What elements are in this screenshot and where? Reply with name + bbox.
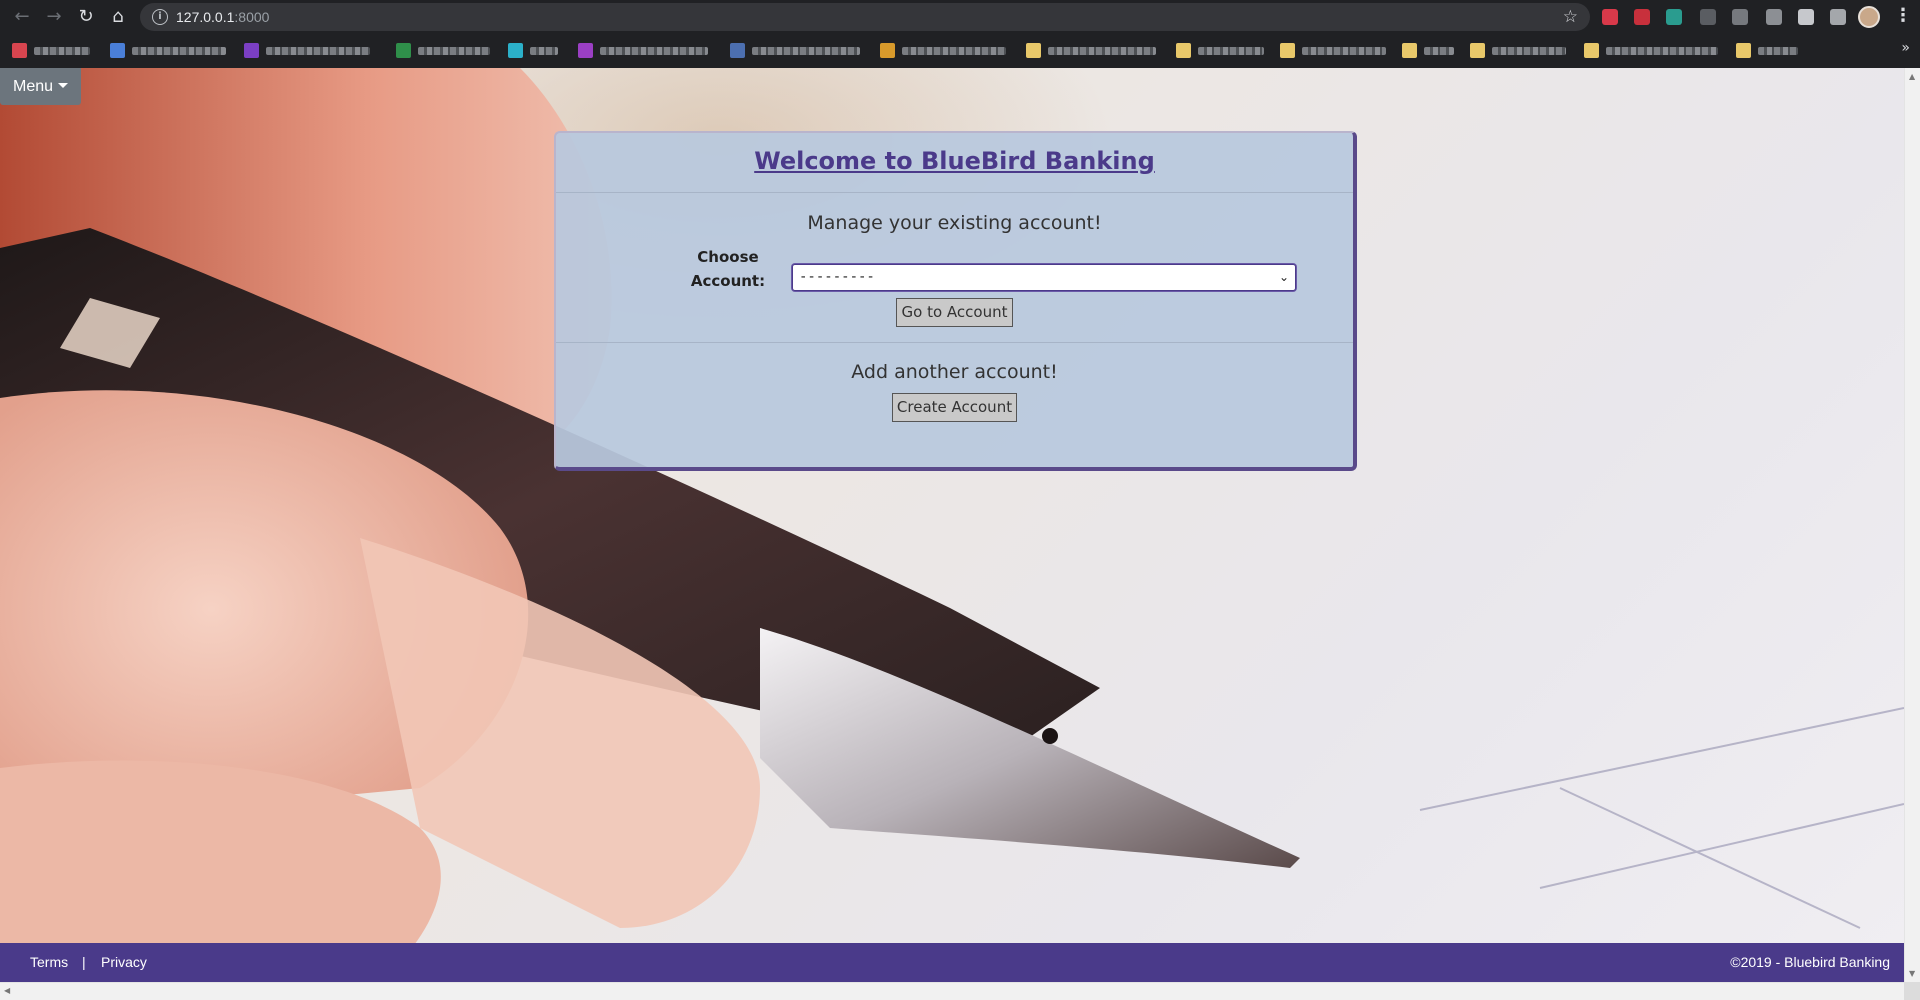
bookmark-item[interactable]: [880, 42, 1010, 60]
extension-icon[interactable]: [1766, 9, 1782, 25]
add-account-heading: Add another account!: [851, 361, 1058, 383]
card-header: Welcome to BlueBird Banking: [556, 133, 1353, 192]
site-info-icon[interactable]: i: [152, 9, 168, 25]
url-text: 127.0.0.1:8000: [176, 3, 269, 31]
browser-chrome: ← → ↻ ⌂ i 127.0.0.1:8000 ☆ ⋮ »: [0, 0, 1920, 68]
go-to-account-button[interactable]: Go to Account: [896, 298, 1013, 327]
home-icon[interactable]: ⌂: [106, 5, 130, 29]
scroll-left-icon[interactable]: ◀: [4, 986, 10, 995]
footer: Terms | Privacy ©2019 - Bluebird Banking: [0, 943, 1904, 982]
bookmark-item[interactable]: [396, 42, 492, 60]
extension-icon[interactable]: [1830, 9, 1846, 25]
bookmark-folder[interactable]: [1402, 42, 1458, 60]
bookmark-folder[interactable]: [1280, 42, 1390, 60]
extension-icon[interactable]: [1634, 9, 1650, 25]
page-viewport: Menu Welcome to BlueBird Banking Manage …: [0, 68, 1904, 982]
bookmark-folder[interactable]: [1470, 42, 1570, 60]
browser-menu-icon[interactable]: ⋮: [1894, 4, 1912, 28]
divider: [556, 342, 1353, 343]
privacy-link[interactable]: Privacy: [101, 943, 147, 982]
copyright-text: ©2019 - Bluebird Banking: [1730, 954, 1890, 970]
account-select[interactable]: --------- ⌄: [792, 264, 1296, 291]
bookmarks-overflow-icon[interactable]: »: [1901, 40, 1910, 56]
welcome-card: Welcome to BlueBird Banking Manage your …: [554, 131, 1357, 471]
terms-link[interactable]: Terms: [30, 943, 68, 982]
manage-heading: Manage your existing account!: [807, 212, 1102, 234]
bookmark-item[interactable]: [110, 42, 230, 60]
scroll-down-icon[interactable]: ▼: [1909, 969, 1915, 978]
url-host: 127.0.0.1: [176, 9, 235, 25]
browser-toolbar: ← → ↻ ⌂ i 127.0.0.1:8000 ☆ ⋮: [0, 0, 1920, 34]
bookmark-item[interactable]: [578, 42, 712, 60]
extension-icon[interactable]: [1602, 9, 1618, 25]
extension-icon[interactable]: [1798, 9, 1814, 25]
extension-icon[interactable]: [1700, 9, 1716, 25]
footer-separator: |: [82, 954, 86, 970]
reload-icon[interactable]: ↻: [74, 5, 98, 29]
bookmark-item[interactable]: [730, 42, 864, 60]
bookmark-folder[interactable]: [1176, 42, 1268, 60]
create-account-button[interactable]: Create Account: [892, 393, 1017, 422]
url-port: :8000: [234, 9, 270, 25]
forward-icon[interactable]: →: [42, 5, 66, 29]
bookmark-item[interactable]: [508, 42, 560, 60]
divider: [556, 192, 1353, 193]
address-bar[interactable]: i 127.0.0.1:8000 ☆: [140, 3, 1590, 31]
back-icon[interactable]: ←: [10, 5, 34, 29]
extension-icon[interactable]: [1666, 9, 1682, 25]
bookmark-folder[interactable]: [1026, 42, 1160, 60]
vertical-scrollbar[interactable]: ▲ ▼: [1904, 68, 1920, 982]
caret-down-icon: [58, 83, 69, 88]
account-select-value: ---------: [799, 269, 875, 285]
bookmark-folder[interactable]: [1736, 42, 1802, 60]
page-title-link[interactable]: Welcome to BlueBird Banking: [754, 147, 1155, 175]
bookmark-item[interactable]: [244, 42, 374, 60]
scrollbar-corner: [1904, 982, 1920, 1000]
menu-button[interactable]: Menu: [0, 68, 81, 105]
profile-avatar[interactable]: [1858, 6, 1880, 28]
menu-button-label: Menu: [13, 78, 54, 95]
choose-account-label: Choose Account:: [690, 248, 766, 290]
chevron-down-icon: ⌄: [1278, 270, 1289, 284]
horizontal-scrollbar[interactable]: ◀: [0, 982, 1904, 1000]
star-icon[interactable]: ☆: [1563, 3, 1578, 31]
bookmarks-bar: [0, 36, 1920, 66]
scroll-up-icon[interactable]: ▲: [1909, 72, 1915, 81]
extension-icon[interactable]: [1732, 9, 1748, 25]
bookmark-item[interactable]: [12, 42, 96, 60]
bookmark-folder[interactable]: [1584, 42, 1722, 60]
